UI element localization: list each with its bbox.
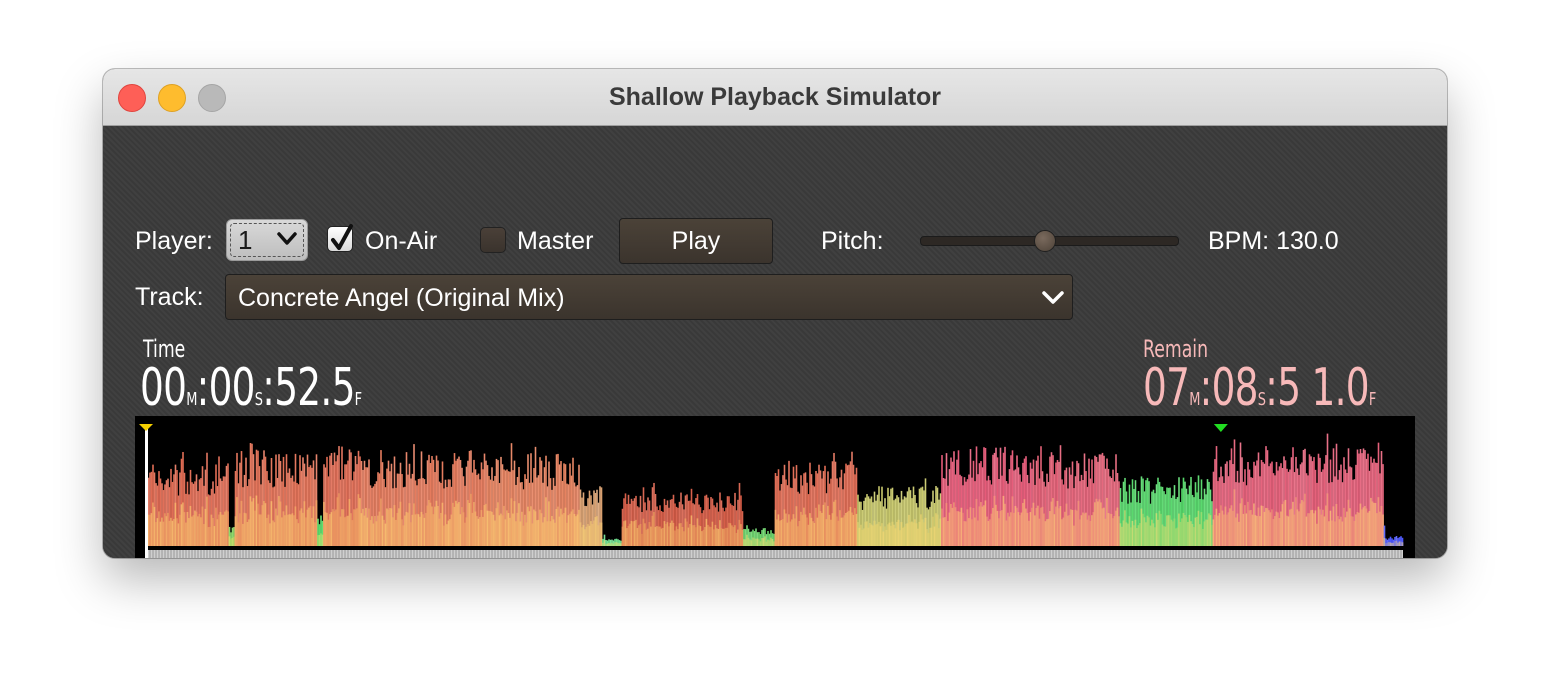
player-label: Player: <box>135 227 213 255</box>
time-seconds: 00 <box>208 358 256 418</box>
remain-frames: 5 1.0 <box>1277 358 1369 418</box>
pitch-slider-thumb[interactable] <box>1033 230 1056 252</box>
track-select-value: Concrete Angel (Original Mix) <box>238 284 565 312</box>
master-label[interactable]: Master <box>517 226 593 256</box>
player-select[interactable]: 1 <box>226 219 308 261</box>
time-frames-unit: F <box>354 389 362 410</box>
remain-minutes-unit: M <box>1189 389 1200 410</box>
playhead-marker-icon <box>139 424 153 431</box>
time-readout: 00M:00S:52.5F <box>140 358 362 418</box>
play-button[interactable]: Play <box>619 218 773 264</box>
pitch-slider[interactable] <box>918 230 1181 252</box>
time-frames: 52.5 <box>274 358 355 418</box>
simulator-window: Shallow Playback Simulator Player: 1 On-… <box>103 69 1447 558</box>
bpm-readout: BPM: 130.0 <box>1208 227 1339 255</box>
time-minutes: 00 <box>140 358 187 418</box>
time-minutes-unit: M <box>186 389 197 410</box>
chevron-down-icon <box>1042 291 1064 304</box>
cue-marker-icon[interactable] <box>1213 424 1228 432</box>
chevron-down-icon <box>277 232 297 245</box>
remain-minutes: 07 <box>1143 358 1190 418</box>
master-checkbox[interactable] <box>480 227 506 253</box>
pitch-label: Pitch: <box>821 227 884 255</box>
checkmark-icon <box>331 224 353 250</box>
track-select[interactable]: Concrete Angel (Original Mix) <box>225 274 1073 320</box>
on-air-checkbox[interactable] <box>327 224 353 252</box>
title-bar[interactable]: Shallow Playback Simulator <box>103 69 1447 126</box>
player-select-value: 1 <box>238 225 253 255</box>
playhead-line[interactable] <box>145 426 148 558</box>
waveform-canvas <box>139 424 1404 558</box>
remain-seconds: 08 <box>1211 358 1259 418</box>
waveform-preview[interactable] <box>135 416 1415 558</box>
remain-readout: 07M:08S:5 1.0F <box>1143 358 1376 418</box>
remain-seconds-unit: S <box>1257 389 1266 410</box>
simulator-panel: Player: 1 On-Air Master Play Pitch: BPM:… <box>103 126 1447 558</box>
track-label: Track: <box>135 283 204 311</box>
on-air-label[interactable]: On-Air <box>365 226 437 256</box>
time-seconds-unit: S <box>254 389 263 410</box>
window-title: Shallow Playback Simulator <box>608 83 942 111</box>
remain-frames-unit: F <box>1368 389 1376 410</box>
